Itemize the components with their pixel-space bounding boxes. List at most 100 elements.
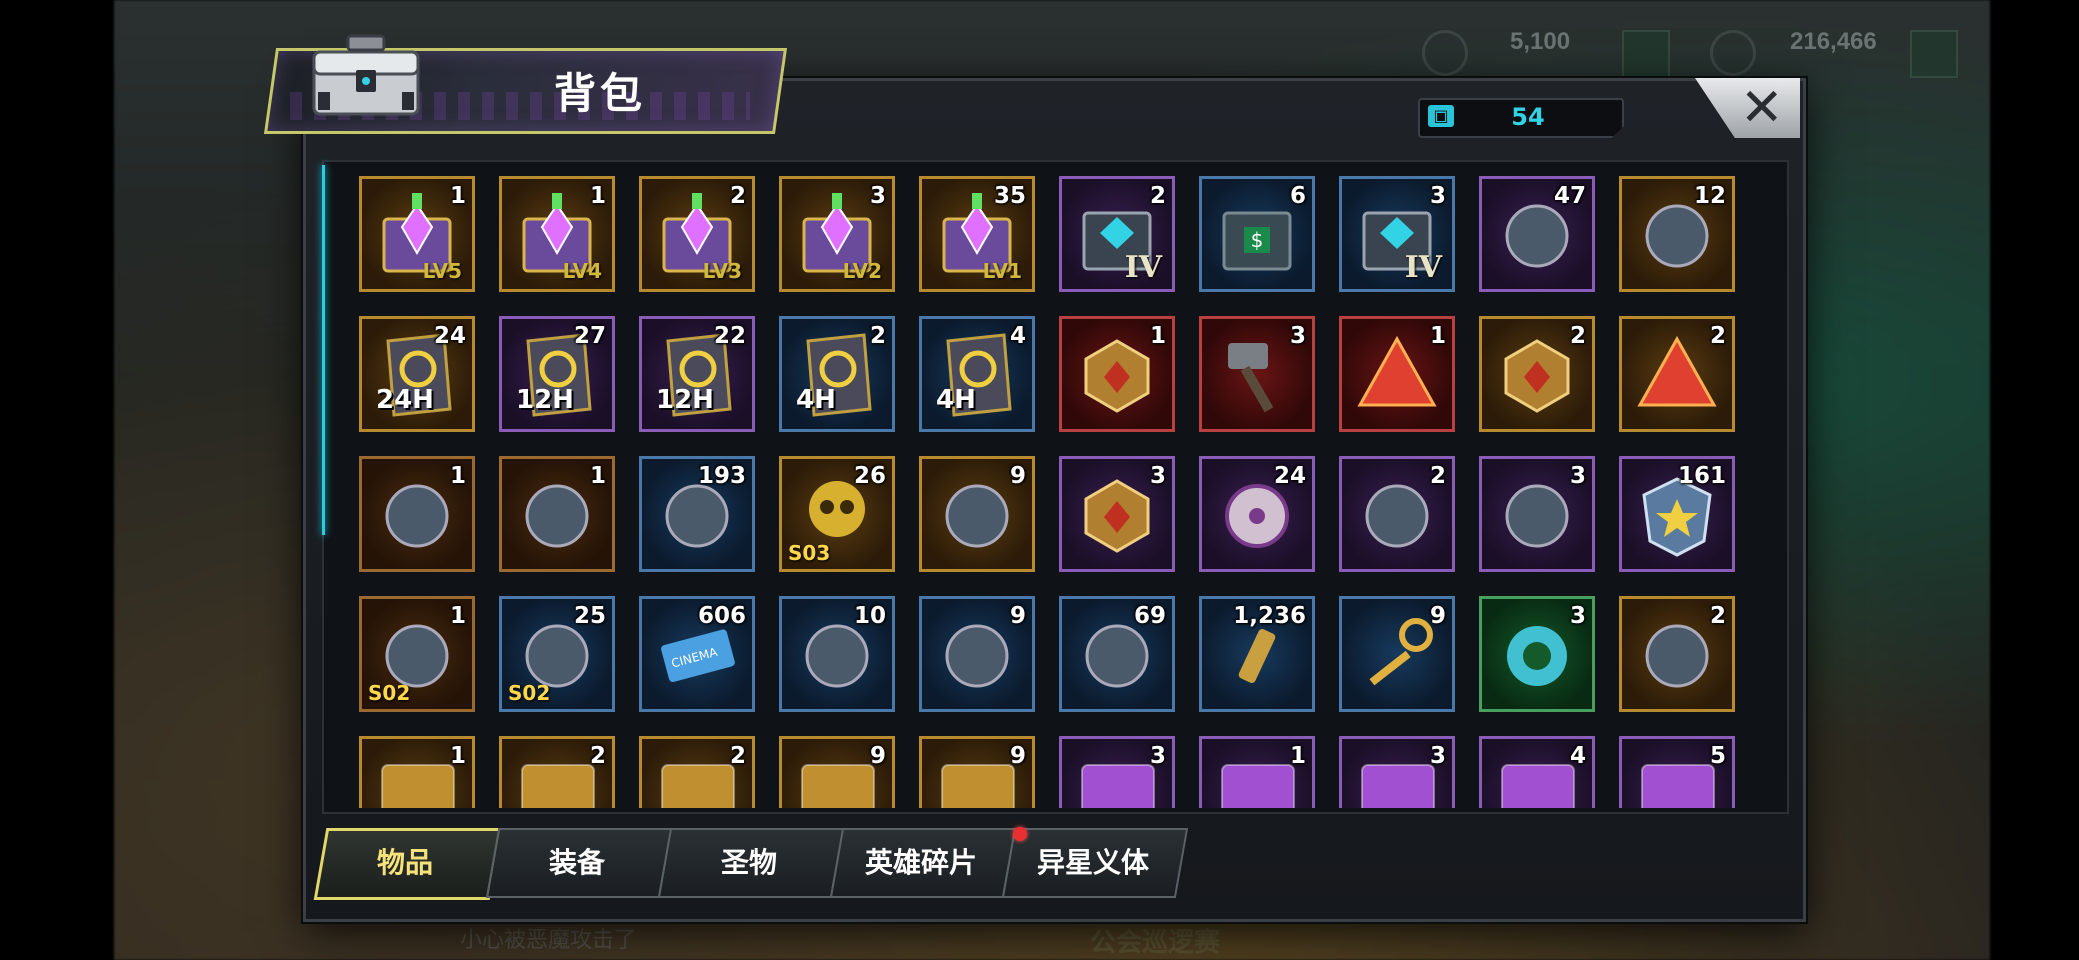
inventory-slot[interactable]: 25 S02 <box>499 596 615 712</box>
inventory-slot[interactable]: 3 <box>1479 596 1595 712</box>
inventory-slot[interactable]: 9 <box>919 736 1035 808</box>
item-level-label: LV5 <box>422 259 462 283</box>
item-quantity: 1 <box>449 463 466 489</box>
capacity-value: 54 <box>1511 103 1545 131</box>
item-quantity: 2 <box>1429 463 1446 489</box>
currency-1-icon <box>1422 30 1468 76</box>
inventory-slot[interactable]: 1,236 <box>1199 596 1315 712</box>
red-spiral-token-icon <box>525 484 589 548</box>
inventory-slot[interactable]: 2 <box>1619 316 1735 432</box>
svg-text:$: $ <box>1251 228 1264 252</box>
item-quantity: 1 <box>449 743 466 769</box>
item-quantity: 9 <box>1009 603 1026 629</box>
inventory-slot[interactable]: 3 <box>1059 736 1175 808</box>
inventory-slot[interactable]: 2 4H <box>779 316 895 432</box>
inventory-slot[interactable]: 3 <box>1479 456 1595 572</box>
item-quantity: 161 <box>1677 463 1726 489</box>
inventory-slot[interactable]: 9 <box>779 736 895 808</box>
inventory-slot[interactable]: 12 <box>1619 176 1735 292</box>
item-quantity: 5 <box>1709 743 1726 769</box>
blueprint-purple-icon <box>1221 764 1295 808</box>
tab-items-label[interactable]: 物品 <box>320 846 490 880</box>
item-quantity: 3 <box>1149 463 1166 489</box>
item-quantity: 26 <box>853 463 886 489</box>
cash-chest-icon: $ <box>1222 211 1292 271</box>
inventory-slot[interactable]: 1 S02 <box>359 596 475 712</box>
inventory-slot[interactable]: 9 <box>919 596 1035 712</box>
item-quantity: 9 <box>1429 603 1446 629</box>
inventory-slot[interactable]: 3 IV <box>1339 176 1455 292</box>
inventory-slot[interactable]: CINEMA 606 <box>639 596 755 712</box>
inventory-slot[interactable]: 10 <box>779 596 895 712</box>
inventory-slot[interactable]: 26 S03 <box>779 456 895 572</box>
item-quantity: 606 <box>697 603 746 629</box>
blueprint-gold-icon <box>521 764 595 808</box>
item-quantity: 2 <box>1709 323 1726 349</box>
inventory-slot[interactable]: 3 <box>1199 316 1315 432</box>
inventory-slot[interactable]: 193 <box>639 456 755 572</box>
item-quantity: 2 <box>1709 603 1726 629</box>
item-level-label: LV2 <box>842 259 882 283</box>
inventory-slot[interactable]: 4 <box>1479 736 1595 808</box>
tab-alien-implants-label[interactable]: 异星义体 <box>1008 846 1178 880</box>
inventory-slot[interactable]: 4 4H <box>919 316 1035 432</box>
inventory-slot[interactable]: 24 <box>1199 456 1315 572</box>
inventory-slot[interactable]: 2 <box>1479 316 1595 432</box>
item-quantity: 25 <box>573 603 606 629</box>
item-quantity: 3 <box>1289 323 1306 349</box>
item-duration-label: 12H <box>656 385 714 415</box>
inventory-slot[interactable]: 69 <box>1059 596 1175 712</box>
inventory-slot[interactable]: 1 <box>1339 316 1455 432</box>
item-quantity: 1 <box>1429 323 1446 349</box>
item-quantity: 22 <box>713 323 746 349</box>
item-quantity: 2 <box>589 743 606 769</box>
inventory-slot[interactable]: 1 <box>359 456 475 572</box>
item-duration-label: 4H <box>796 385 836 415</box>
inventory-slot[interactable]: 1 LV4 <box>499 176 615 292</box>
inventory-slot[interactable]: 47 <box>1479 176 1595 292</box>
inventory-slot[interactable]: 9 <box>1339 596 1455 712</box>
inventory-slot[interactable]: 3 <box>1059 456 1175 572</box>
inventory-slot[interactable]: 3 <box>1339 736 1455 808</box>
item-quantity: 1 <box>449 183 466 209</box>
inventory-slot[interactable]: 9 <box>919 456 1035 572</box>
item-quantity: 47 <box>1553 183 1586 209</box>
inventory-slot[interactable]: 2 <box>499 736 615 808</box>
inventory-slot[interactable]: 24 24H <box>359 316 475 432</box>
blueprint-purple-icon <box>1641 764 1715 808</box>
inventory-slot[interactable]: 1 <box>1199 736 1315 808</box>
inventory-slot[interactable]: 1 <box>499 456 615 572</box>
inventory-slot[interactable]: 3 LV2 <box>779 176 895 292</box>
inventory-slot[interactable]: 1 <box>359 736 475 808</box>
inventory-slot[interactable]: 1 <box>1059 316 1175 432</box>
inventory-slot[interactable]: 1 LV5 <box>359 176 475 292</box>
scrollbar[interactable] <box>322 165 325 535</box>
inventory-slot[interactable]: 2 IV <box>1059 176 1175 292</box>
inventory-slot[interactable]: 161 <box>1619 456 1735 572</box>
currency-1-add-button[interactable] <box>1622 30 1670 78</box>
currency-2-add-button[interactable] <box>1910 30 1958 78</box>
inventory-slot[interactable]: 2 <box>1619 596 1735 712</box>
currency-1-value: 5,100 <box>1510 28 1571 55</box>
blueprint-gold-icon <box>801 764 875 808</box>
item-quantity: 6 <box>1289 183 1306 209</box>
item-quantity: 3 <box>1429 743 1446 769</box>
item-quantity: 3 <box>1569 603 1586 629</box>
inventory-slot[interactable]: 2 <box>639 736 755 808</box>
tab-relics-label[interactable]: 圣物 <box>664 846 834 880</box>
inventory-slot[interactable]: 2 <box>1339 456 1455 572</box>
inventory-slot[interactable]: 27 12H <box>499 316 615 432</box>
item-quantity: 1,236 <box>1233 603 1306 629</box>
inventory-slot[interactable]: 2 LV3 <box>639 176 755 292</box>
green-token-icon <box>385 484 449 548</box>
inventory-slot[interactable]: $6 <box>1199 176 1315 292</box>
item-grid[interactable]: 1 LV5 1 LV4 2 LV3 3 LV2 35 LV1 2 IV $6 3 IV 47 12 24 24H 27… <box>335 168 1777 808</box>
inventory-slot[interactable]: 22 12H <box>639 316 755 432</box>
close-icon[interactable]: ✕ <box>1740 78 1784 138</box>
item-level-label: LV4 <box>562 259 602 283</box>
hero-shards-notification-dot <box>1013 827 1027 841</box>
inventory-slot[interactable]: 5 <box>1619 736 1735 808</box>
tab-hero-shards-label[interactable]: 英雄碎片 <box>836 846 1006 880</box>
inventory-slot[interactable]: 35 LV1 <box>919 176 1035 292</box>
tab-equipment-label[interactable]: 装备 <box>492 846 662 880</box>
